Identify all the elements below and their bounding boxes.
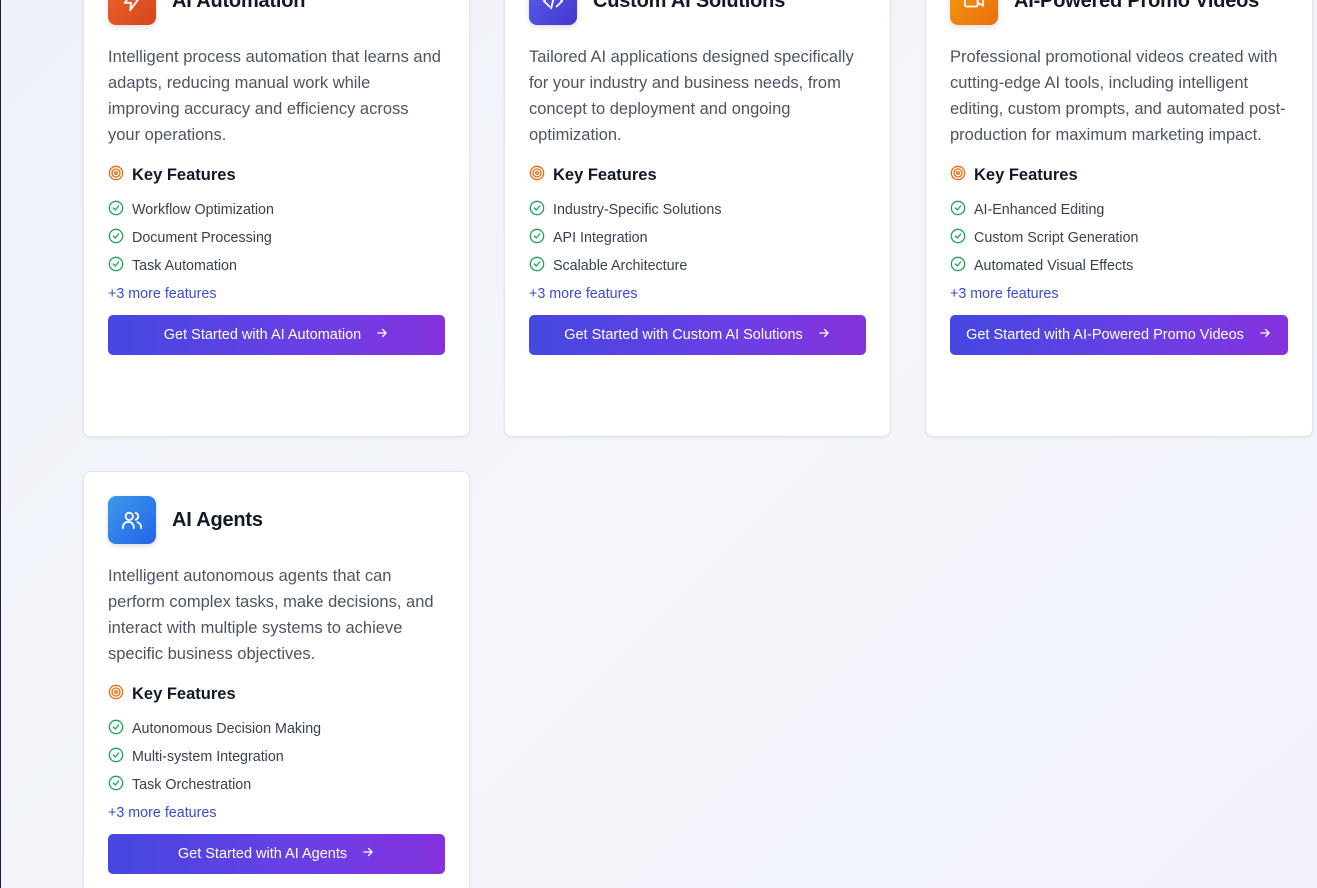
card-header: AI Agents [108, 496, 445, 544]
card-header: AI Automation [108, 0, 445, 25]
target-icon [108, 684, 124, 705]
check-circle-icon [950, 200, 966, 220]
arrow-right-icon [1258, 326, 1272, 344]
card-header: AI-Powered Promo Videos [950, 0, 1288, 25]
more-features-link[interactable]: +3 more features [108, 281, 445, 307]
feature-label: Document Processing [132, 230, 272, 246]
card-title: AI Agents [172, 508, 263, 531]
feature-item: API Integration [529, 224, 866, 252]
feature-item: Industry-Specific Solutions [529, 196, 866, 224]
check-circle-icon [108, 228, 124, 248]
check-circle-icon [529, 200, 545, 220]
card-header: Custom AI Solutions [529, 0, 866, 25]
more-features-link[interactable]: +3 more features [108, 800, 445, 826]
card-title: AI Automation [172, 0, 306, 12]
service-card-ai-agents: AI Agents Intelligent autonomous agents … [83, 471, 470, 888]
check-circle-icon [108, 747, 124, 767]
feature-label: Task Orchestration [132, 777, 252, 793]
target-icon [108, 165, 124, 186]
get-started-button[interactable]: Get Started with AI Agents [108, 834, 445, 874]
feature-label: Automated Visual Effects [974, 258, 1134, 274]
key-features-heading: Key Features [108, 162, 445, 188]
feature-list: Industry-Specific Solutions API Integrat… [529, 196, 866, 280]
get-started-button[interactable]: Get Started with AI Automation [108, 315, 445, 355]
feature-label: Industry-Specific Solutions [553, 202, 722, 218]
more-features-link[interactable]: +3 more features [529, 281, 866, 307]
service-card-ai-promo-videos: AI-Powered Promo Videos Professional pro… [925, 0, 1313, 437]
feature-item: Multi-system Integration [108, 743, 445, 771]
key-features-label: Key Features [132, 165, 236, 184]
feature-item: Task Orchestration [108, 771, 445, 799]
video-camera-icon [950, 0, 998, 25]
feature-label: API Integration [553, 230, 648, 246]
key-features-label: Key Features [974, 165, 1078, 184]
feature-label: Custom Script Generation [974, 230, 1139, 246]
feature-label: Scalable Architecture [553, 258, 688, 274]
lightning-icon [108, 0, 156, 25]
feature-item: Autonomous Decision Making [108, 715, 445, 743]
feature-item: Task Automation [108, 252, 445, 280]
check-circle-icon [108, 256, 124, 276]
feature-item: Workflow Optimization [108, 196, 445, 224]
button-label: Get Started with AI-Powered Promo Videos [966, 327, 1244, 343]
card-title: Custom AI Solutions [593, 0, 786, 12]
code-icon [529, 0, 577, 25]
card-description: Intelligent autonomous agents that can p… [108, 567, 434, 663]
card-description: Intelligent process automation that lear… [108, 48, 441, 144]
feature-list: AI-Enhanced Editing Custom Script Genera… [950, 196, 1288, 280]
feature-item: AI-Enhanced Editing [950, 196, 1288, 224]
key-features-label: Key Features [132, 684, 236, 703]
target-icon [529, 165, 545, 186]
key-features-heading: Key Features [950, 162, 1288, 188]
button-label: Get Started with Custom AI Solutions [564, 327, 803, 343]
feature-item: Scalable Architecture [529, 252, 866, 280]
feature-item: Automated Visual Effects [950, 252, 1288, 280]
button-label: Get Started with AI Agents [177, 846, 348, 862]
services-page: AI Automation Intelligent process automa… [0, 0, 1317, 888]
feature-item: Custom Script Generation [950, 224, 1288, 252]
card-description: Professional promotional videos created … [950, 48, 1286, 144]
feature-label: Task Automation [132, 258, 237, 274]
get-started-button[interactable]: Get Started with Custom AI Solutions [529, 315, 866, 355]
get-started-button[interactable]: Get Started with AI-Powered Promo Videos [950, 315, 1288, 355]
users-icon [108, 496, 156, 544]
target-icon [950, 165, 966, 186]
check-circle-icon [529, 228, 545, 248]
check-circle-icon [529, 256, 545, 276]
feature-list: Autonomous Decision Making Multi-system … [108, 715, 445, 799]
arrow-right-icon [375, 326, 389, 344]
feature-item: Document Processing [108, 224, 445, 252]
button-label: Get Started with AI Automation [163, 327, 362, 343]
more-features-link[interactable]: +3 more features [950, 281, 1288, 307]
check-circle-icon [108, 775, 124, 795]
card-description: Tailored AI applications designed specif… [529, 48, 854, 144]
check-circle-icon [108, 200, 124, 220]
arrow-right-icon [361, 845, 375, 863]
arrow-right-icon [817, 326, 831, 344]
service-card-custom-ai-solutions: Custom AI Solutions Tailored AI applicat… [504, 0, 891, 437]
feature-list: Workflow Optimization Document Processin… [108, 196, 445, 280]
feature-label: Workflow Optimization [132, 202, 274, 218]
feature-label: Multi-system Integration [132, 749, 284, 765]
feature-label: Autonomous Decision Making [132, 721, 322, 737]
feature-label: AI-Enhanced Editing [974, 202, 1105, 218]
key-features-heading: Key Features [529, 162, 866, 188]
key-features-heading: Key Features [108, 681, 445, 707]
card-title: AI-Powered Promo Videos [1014, 0, 1260, 12]
service-card-ai-automation: AI Automation Intelligent process automa… [83, 0, 470, 437]
check-circle-icon [108, 719, 124, 739]
key-features-label: Key Features [553, 165, 657, 184]
check-circle-icon [950, 228, 966, 248]
check-circle-icon [950, 256, 966, 276]
